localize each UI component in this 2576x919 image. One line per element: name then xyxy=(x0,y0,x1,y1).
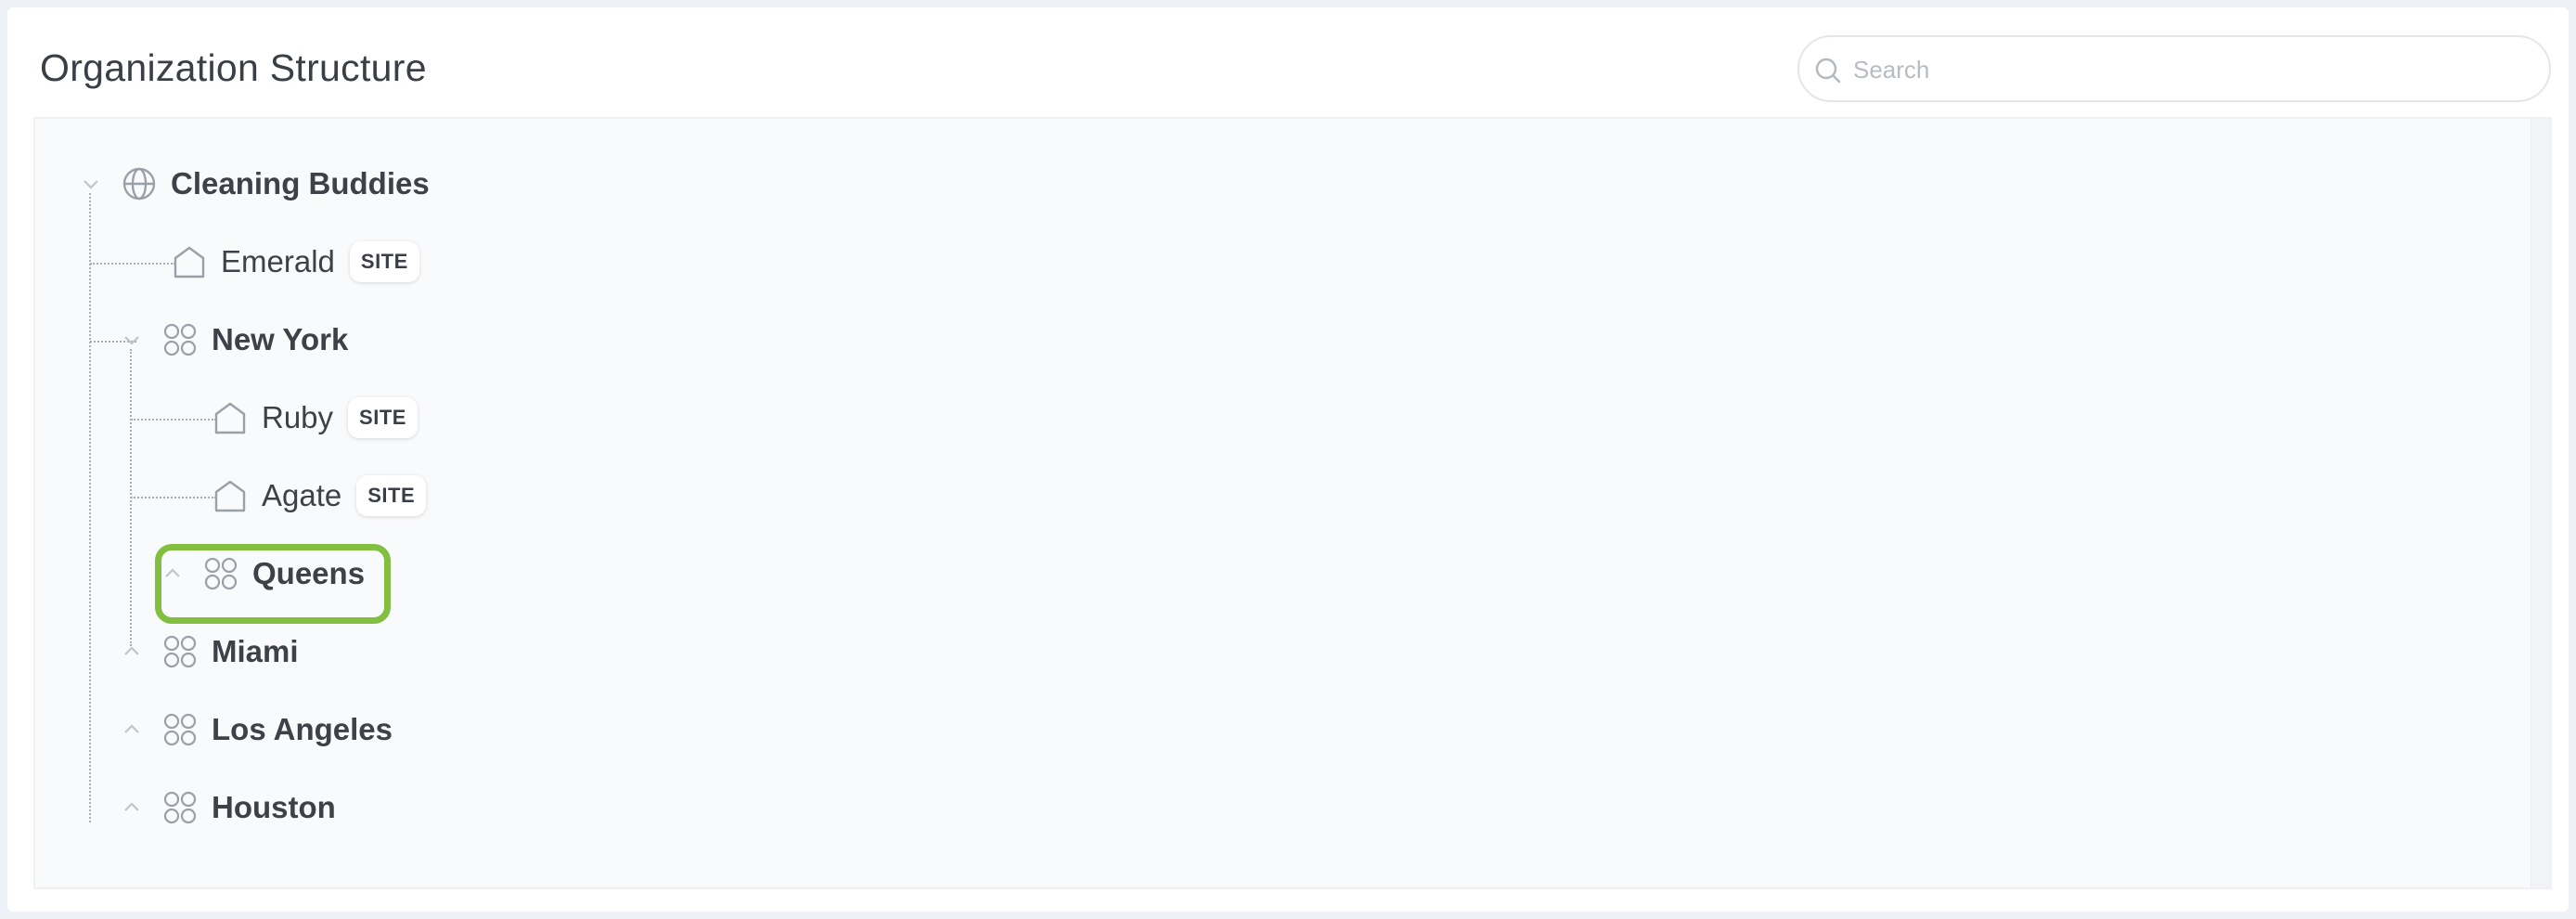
house-icon xyxy=(174,246,205,278)
tree-node-new-york[interactable]: New York xyxy=(161,314,348,366)
group-icon xyxy=(204,557,238,590)
search-input[interactable] xyxy=(1851,46,2523,93)
globe-icon xyxy=(122,167,156,201)
tree-node-houston[interactable]: Houston xyxy=(161,782,336,834)
site-badge: SITE xyxy=(348,397,418,438)
house-icon xyxy=(214,480,246,512)
chevron-up-icon[interactable] xyxy=(161,563,184,585)
house-icon xyxy=(214,402,246,434)
search-box[interactable] xyxy=(1797,35,2551,102)
chevron-down-icon[interactable] xyxy=(121,329,143,351)
tree-connector xyxy=(131,497,216,498)
tree-node-label: Houston xyxy=(212,790,336,824)
tree-node-label: Agate xyxy=(262,478,342,512)
scrollbar[interactable] xyxy=(2531,119,2550,887)
chevron-up-icon[interactable] xyxy=(121,641,143,663)
tree-node-ruby[interactable]: Ruby SITE xyxy=(212,392,418,444)
chevron-up-icon[interactable] xyxy=(121,796,143,819)
tree-connector xyxy=(131,419,216,421)
org-structure-card: Organization Structure Cleaning Buddies … xyxy=(7,7,2569,912)
tree-node-miami[interactable]: Miami xyxy=(161,626,299,678)
site-badge: SITE xyxy=(356,475,427,516)
site-badge: SITE xyxy=(349,241,419,282)
tree-node-label: Queens xyxy=(252,556,366,590)
group-icon xyxy=(163,791,197,824)
search-icon xyxy=(1815,58,1841,84)
page-title: Organization Structure xyxy=(40,46,427,89)
tree-node-label: Ruby xyxy=(262,400,334,434)
tree-connector xyxy=(90,263,175,265)
group-icon xyxy=(163,635,197,668)
tree-node-label: New York xyxy=(212,322,349,356)
chevron-down-icon[interactable] xyxy=(80,173,102,195)
tree-node-queens[interactable]: Queens xyxy=(202,548,365,600)
tree-node-cleaning-buddies[interactable]: Cleaning Buddies xyxy=(121,158,430,210)
group-icon xyxy=(163,323,197,356)
group-icon xyxy=(163,713,197,746)
tree-node-label: Miami xyxy=(212,634,299,668)
tree-line-root xyxy=(89,193,91,822)
tree-node-los-angeles[interactable]: Los Angeles xyxy=(161,704,393,756)
chevron-up-icon[interactable] xyxy=(121,718,143,741)
tree-node-agate[interactable]: Agate SITE xyxy=(212,470,427,522)
tree-node-label: Cleaning Buddies xyxy=(171,166,430,201)
tree-node-emerald[interactable]: Emerald SITE xyxy=(171,236,419,288)
tree-node-label: Emerald xyxy=(221,244,335,278)
tree-node-label: Los Angeles xyxy=(212,712,393,746)
